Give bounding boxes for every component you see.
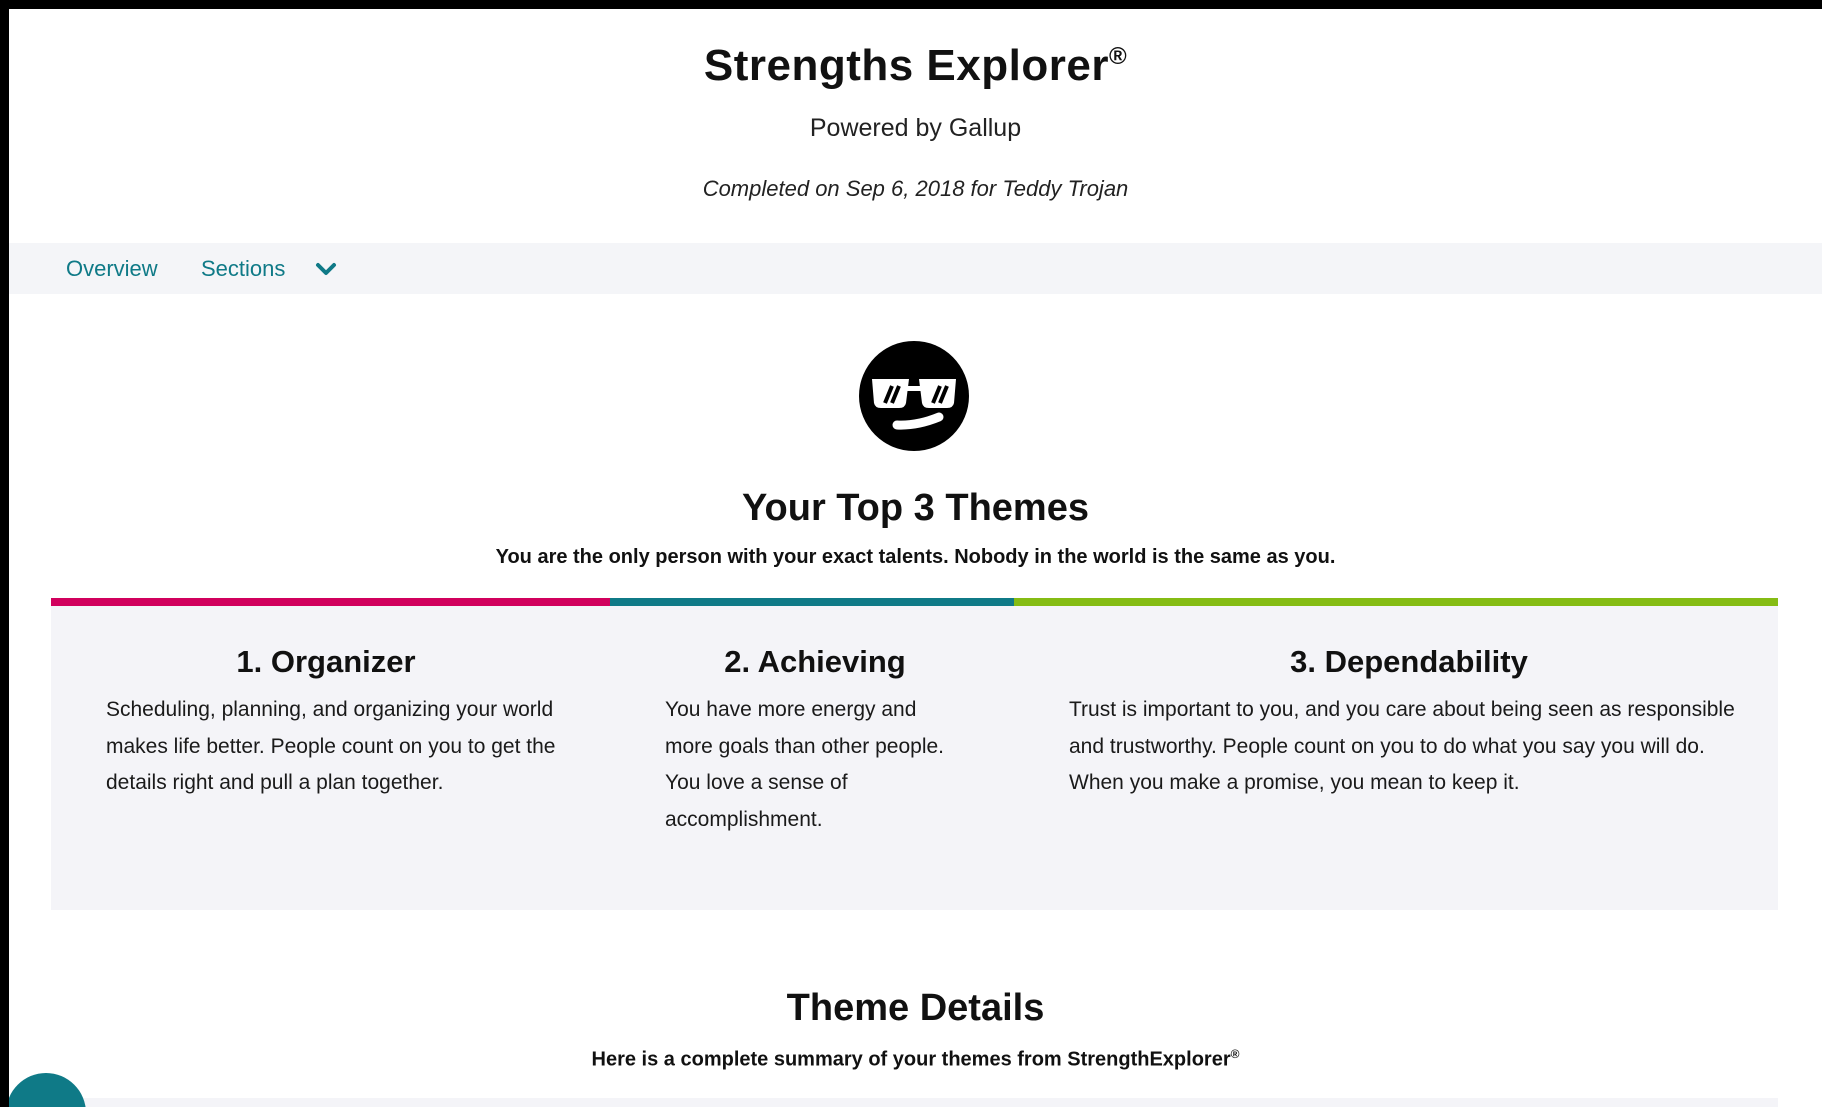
- section-nav-bar: Overview Sections: [9, 243, 1822, 294]
- details-subtitle-text: Here is a complete summary of your theme…: [591, 1048, 1231, 1071]
- theme-description: Trust is important to you, and you care …: [1069, 698, 1735, 794]
- theme-description: Scheduling, planning, and organizing you…: [106, 698, 556, 794]
- theme-heading: 2. Achieving: [724, 644, 906, 679]
- top-themes-subtitle: You are the only person with your exact …: [495, 546, 1336, 568]
- nav-overview-link[interactable]: Overview: [66, 256, 158, 282]
- theme-card-organizer: 1. Organizer Scheduling, planning, and o…: [106, 644, 556, 802]
- floating-action-button[interactable]: [9, 1073, 86, 1107]
- theme-details-heading: Theme Details: [786, 987, 1045, 1029]
- theme-3-color-bar: [1014, 598, 1778, 606]
- registered-mark: ®: [1108, 43, 1128, 70]
- title-text: Strengths Explorer: [703, 41, 1109, 90]
- report-page: Strengths Explorer® Powered by Gallup Co…: [9, 9, 1822, 1107]
- powered-by-text: Powered by Gallup: [809, 114, 1022, 142]
- theme-card-achieving: 2. Achieving You have more energy and mo…: [665, 644, 965, 838]
- completed-date-text: Completed on Sep 6, 2018 for Teddy Troja…: [702, 176, 1129, 201]
- top-themes-panel: 1. Organizer Scheduling, planning, and o…: [51, 598, 1778, 910]
- nav-sections-link[interactable]: Sections: [201, 256, 285, 282]
- registered-mark: ®: [1230, 1047, 1240, 1061]
- theme-details-panel: [51, 1098, 1778, 1107]
- sunglasses-face-icon: [859, 341, 969, 451]
- theme-heading: 3. Dependability: [1290, 644, 1528, 679]
- theme-card-dependability: 3. Dependability Trust is important to y…: [1069, 644, 1749, 802]
- page-title: Strengths Explorer®: [9, 41, 1822, 91]
- chevron-down-icon[interactable]: [314, 259, 338, 279]
- top-themes-heading: Your Top 3 Themes: [742, 487, 1089, 529]
- theme-details-subtitle: Here is a complete summary of your theme…: [9, 1047, 1822, 1072]
- theme-1-color-bar: [51, 598, 610, 606]
- theme-2-color-bar: [610, 598, 1014, 606]
- theme-description: You have more energy and more goals than…: [665, 698, 945, 831]
- theme-heading: 1. Organizer: [236, 644, 416, 679]
